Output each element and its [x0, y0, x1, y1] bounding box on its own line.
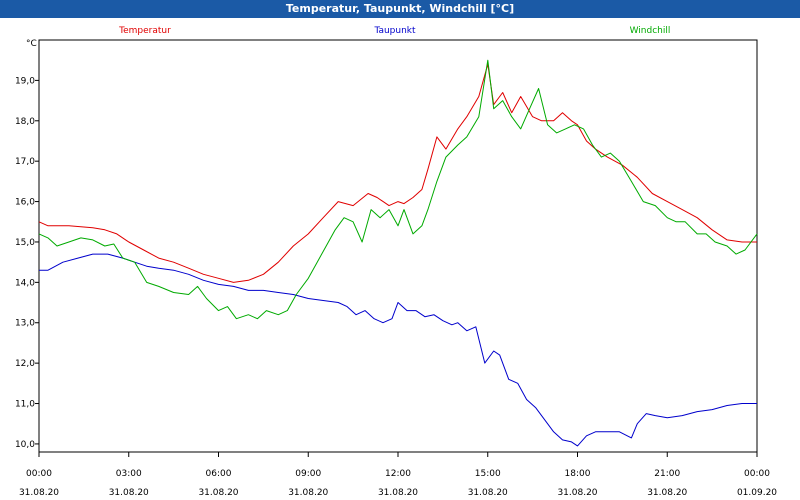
y-tick-label: 17,0 — [15, 157, 35, 167]
y-tick-label: 19,0 — [15, 76, 35, 86]
chart-title: Temperatur, Taupunkt, Windchill [°C] — [0, 0, 800, 18]
x-tick-label-date: 01.09.20 — [737, 488, 777, 498]
x-tick-label-date: 31.08.20 — [19, 488, 59, 498]
y-tick-label: 18,0 — [15, 117, 35, 127]
x-tick-label-time: 06:00 — [206, 469, 232, 479]
x-tick-label-time: 00:00 — [744, 469, 770, 479]
legend-item-windchill: Windchill — [630, 26, 671, 36]
legend: Temperatur Taupunkt Windchill — [118, 26, 670, 36]
x-tick-label-date: 31.08.20 — [557, 488, 597, 498]
x-tick-label-date: 31.08.20 — [288, 488, 328, 498]
legend-item-taupunkt: Taupunkt — [373, 26, 416, 36]
x-tick-label-time: 15:00 — [475, 469, 501, 479]
y-tick-label: 10,0 — [15, 440, 35, 450]
x-tick-label-date: 31.08.20 — [468, 488, 508, 498]
x-tick-label-time: 18:00 — [565, 469, 591, 479]
x-tick-label-time: 21:00 — [654, 469, 680, 479]
y-tick-label: 13,0 — [15, 319, 35, 329]
y-axis-label: °C — [26, 39, 37, 49]
axes — [35, 39, 758, 457]
y-tick-label: 16,0 — [15, 198, 35, 208]
x-tick-label-time: 00:00 — [26, 469, 52, 479]
y-tick-label: 11,0 — [15, 400, 35, 410]
y-tick-label: 14,0 — [15, 278, 35, 288]
y-tick-label: 15,0 — [15, 238, 35, 248]
plot-frame — [38, 39, 758, 453]
x-tick-label-time: 12:00 — [385, 469, 411, 479]
x-tick-label-time: 09:00 — [295, 469, 321, 479]
chart-canvas: 10,0 11,0 12,0 13,0 14,0 15,0 16,0 17,0 18,0 19,0… — [15, 26, 777, 498]
x-tick-label-date: 31.08.20 — [198, 488, 238, 498]
x-tick-label-date: 31.08.20 — [378, 488, 418, 498]
x-tick-label-date: 31.08.20 — [647, 488, 687, 498]
x-tick-label-date: 31.08.20 — [109, 488, 149, 498]
x-tick-label-time: 03:00 — [116, 469, 142, 479]
y-tick-label: 12,0 — [15, 359, 35, 369]
legend-item-temperatur: Temperatur — [118, 26, 171, 36]
